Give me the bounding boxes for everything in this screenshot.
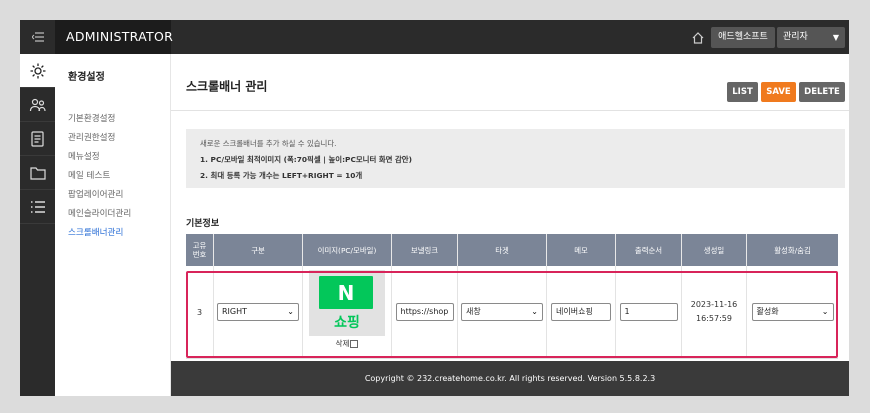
sub-navigation: 환경설정 기본환경설정 관리권한설정 메뉴설정 메일 테스트 팝업레이어관리 메… <box>55 54 171 396</box>
menu-toggle-icon[interactable] <box>20 20 55 54</box>
subnav-item-menu-settings[interactable]: 메뉴설정 <box>68 150 100 162</box>
status-select[interactable]: 활성화 ⌄ <box>751 303 834 321</box>
created-time: 16:57:59 <box>696 314 732 323</box>
gear-icon <box>30 63 45 78</box>
order-input[interactable]: 1 <box>619 303 678 321</box>
cell-order: 1 <box>616 266 682 358</box>
cell-created: 2023-11-16 16:57:59 <box>682 266 747 358</box>
company-button[interactable]: 애드헬소프트 <box>711 27 775 48</box>
subnav-item-mail-test[interactable]: 메일 테스트 <box>68 169 110 181</box>
column-header-memo: 메모 <box>547 234 616 266</box>
subnav-item-permissions[interactable]: 관리권한설정 <box>68 131 115 143</box>
cell-memo: 네이버쇼핑 <box>547 266 616 358</box>
subnav-title: 환경설정 <box>68 72 105 83</box>
naver-shopping-caption: 쇼핑 <box>334 315 360 331</box>
column-header-link: 보낼링크 <box>392 234 458 266</box>
target-select[interactable]: 새창 ⌄ <box>461 303 543 321</box>
user-menu-dropdown[interactable]: 관리자 ▼ <box>777 27 845 48</box>
rail-item-settings[interactable] <box>20 54 55 88</box>
column-header-created: 생성일 <box>682 234 747 266</box>
chevron-down-icon: ⌄ <box>531 307 538 316</box>
target-select-value: 새창 <box>466 307 481 316</box>
chevron-down-icon: ▼ <box>832 33 839 42</box>
main-content: 스크롤배너 관리 LIST SAVE DELETE 새로운 스크롤배너를 추가 … <box>171 54 849 396</box>
folder-icon <box>29 166 46 180</box>
brand-title: ADMINISTRATOR <box>55 20 173 54</box>
delete-image-toggle: 삭제 <box>303 338 391 349</box>
list-button[interactable]: LIST <box>727 82 758 102</box>
save-button[interactable]: SAVE <box>761 82 796 102</box>
cell-status: 활성화 ⌄ <box>747 266 838 358</box>
chevron-down-icon: ⌄ <box>821 307 829 316</box>
cell-image: N 쇼핑 삭제 <box>303 266 392 358</box>
column-header-image: 이미지(PC/모바일) <box>303 234 392 266</box>
subnav-item-basic-settings[interactable]: 기본환경설정 <box>68 112 115 124</box>
chevron-down-icon: ⌄ <box>287 307 294 316</box>
type-select[interactable]: RIGHT ⌄ <box>217 303 299 321</box>
row-id: 3 <box>196 307 203 317</box>
divider <box>171 110 849 111</box>
status-select-value: 활성화 <box>756 307 779 316</box>
subnav-item-main-slider[interactable]: 메인슬라이더관리 <box>68 207 131 219</box>
rail-item-files[interactable] <box>20 156 55 190</box>
naver-logo: N <box>319 276 373 309</box>
column-header-status: 활성화/숨김 <box>774 245 811 255</box>
users-icon <box>29 98 46 111</box>
banner-image-preview[interactable]: N 쇼핑 <box>309 270 385 336</box>
page-title: 스크롤배너 관리 <box>186 79 268 94</box>
admin-window: ADMINISTRATOR 애드헬소프트 관리자 ▼ 환경설정 기본환경설정 관 <box>20 20 849 396</box>
delete-image-label: 삭제 <box>335 339 350 348</box>
cell-target: 새창 ⌄ <box>458 266 547 358</box>
created-date: 2023-11-16 <box>690 300 738 309</box>
column-header-order: 출력순서 <box>616 234 682 266</box>
table-row: 3 RIGHT ⌄ N 쇼핑 삭제 https://shop 새창 ⌄ 네이버쇼… <box>186 266 838 358</box>
rail-item-members[interactable] <box>20 88 55 122</box>
column-header-type: 구분 <box>214 234 303 266</box>
column-header-id: 고유 번호 <box>186 234 214 266</box>
column-header-target: 타겟 <box>458 234 547 266</box>
user-menu-label: 관리자 <box>783 32 808 42</box>
type-select-value: RIGHT <box>222 307 248 316</box>
list-icon <box>30 200 45 213</box>
rail-item-design[interactable] <box>20 122 55 156</box>
table-header: 고유 번호 구분 이미지(PC/모바일) 보낼링크 타겟 메모 출력순서 생성일… <box>186 234 838 266</box>
home-icon[interactable] <box>691 30 705 44</box>
top-bar: ADMINISTRATOR 애드헬소프트 관리자 ▼ <box>20 20 849 54</box>
info-intro: 새로운 스크롤배너를 추가 하실 수 있습니다. <box>200 139 337 148</box>
info-line-2: 2. 최대 등록 가능 개수는 LEFT+RIGHT = 10개 <box>200 171 363 180</box>
cell-type: RIGHT ⌄ <box>214 266 303 358</box>
cell-link: https://shop <box>392 266 458 358</box>
memo-input[interactable]: 네이버쇼핑 <box>551 303 611 321</box>
rail-item-list[interactable] <box>20 190 55 224</box>
design-icon <box>30 130 44 147</box>
info-box: 새로운 스크롤배너를 추가 하실 수 있습니다. 1. PC/모바일 최적이미지… <box>186 129 845 188</box>
table-bottom-border <box>186 358 838 359</box>
delete-image-checkbox[interactable] <box>350 339 359 348</box>
link-input[interactable]: https://shop <box>395 303 454 321</box>
subnav-item-popup-layer[interactable]: 팝업레이어관리 <box>68 188 123 200</box>
subnav-item-scroll-banner[interactable]: 스크롤배너관리 <box>68 226 123 238</box>
icon-rail <box>20 54 55 396</box>
delete-button[interactable]: DELETE <box>799 82 845 102</box>
info-line-1: 1. PC/모바일 최적이미지 (폭:70픽셀 | 높이:PC모니터 화면 감안… <box>200 155 412 164</box>
cell-id: 3 <box>186 266 214 358</box>
footer: Copyright © 232.createhome.co.kr. All ri… <box>171 361 849 396</box>
section-title: 기본정보 <box>186 219 220 229</box>
